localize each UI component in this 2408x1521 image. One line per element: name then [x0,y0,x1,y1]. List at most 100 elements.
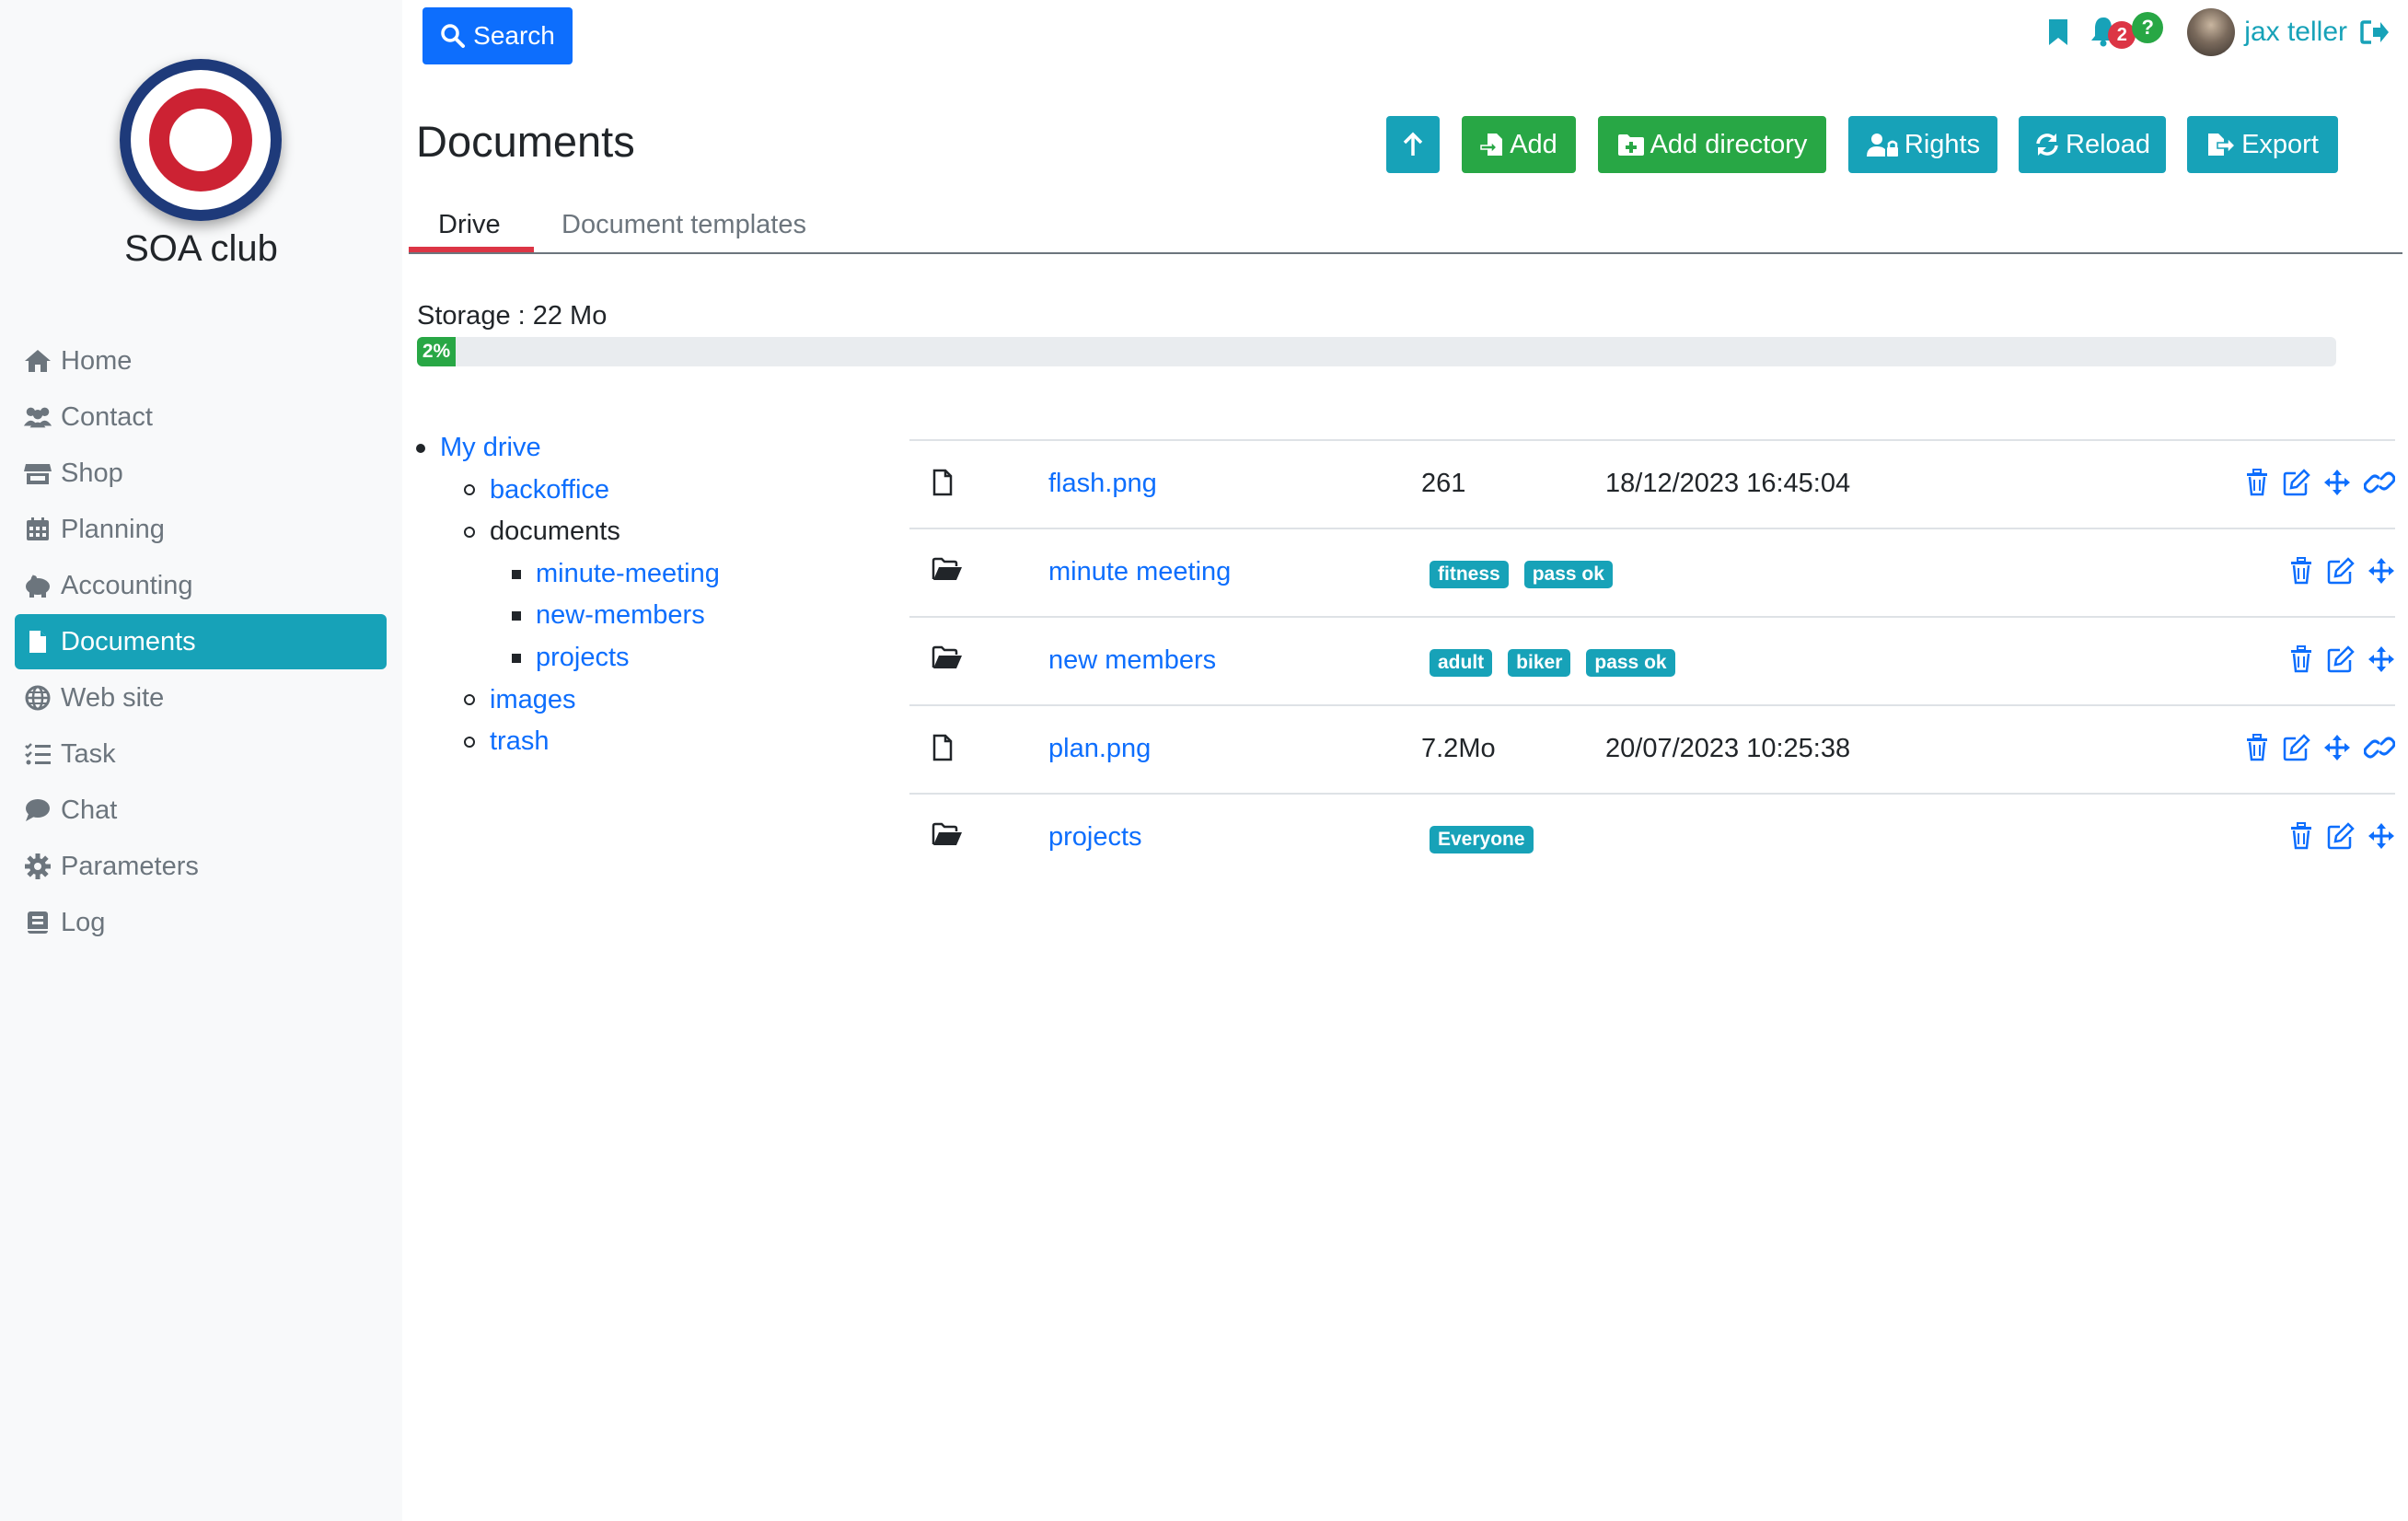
avatar[interactable] [2187,8,2236,56]
sidebar-item-contact[interactable]: Contact [15,389,387,445]
sidebar-item-parameters[interactable]: Parameters [15,839,387,894]
logo-octopus [169,109,232,171]
store-icon [22,458,53,489]
add-directory-button[interactable]: Add directory [1598,116,1826,173]
sidebar-item-accounting[interactable]: Accounting [15,558,387,613]
tabs: Drive Document templates [409,201,2402,254]
username-link[interactable]: jax teller [2244,17,2347,48]
add-button[interactable]: Add [1462,116,1576,173]
edit-icon[interactable] [2283,734,2310,761]
folder-name-link[interactable]: projects [1048,822,1142,853]
tag-list: adult biker pass ok [1430,649,1691,677]
tag-badge: biker [1508,649,1571,677]
globe-icon [22,682,53,714]
trash-icon[interactable] [2288,822,2314,850]
club-name: SOA club [124,228,278,269]
sidebar-item-chat[interactable]: Chat [15,783,387,838]
tree-bullet [464,484,475,496]
tab-drive[interactable]: Drive [438,210,501,240]
sidebar-item-documents[interactable]: Documents [15,614,387,669]
trash-icon[interactable] [2288,557,2314,585]
sidebar-item-shop[interactable]: Shop [15,446,387,501]
parent-directory-button[interactable] [1386,116,1440,173]
move-icon[interactable] [2323,734,2351,761]
tree-link-my-drive[interactable]: My drive [440,427,541,470]
tree-link-minute-meeting[interactable]: minute-meeting [536,553,720,596]
move-icon[interactable] [2367,557,2395,585]
move-icon[interactable] [2367,822,2395,850]
tag-badge: adult [1430,649,1493,677]
sidebar-item-home[interactable]: Home [15,333,387,389]
file-name-link[interactable]: plan.png [1048,734,1151,764]
tree-item: My drive [416,427,720,470]
tree-link-projects[interactable]: projects [536,637,630,679]
move-icon[interactable] [2323,469,2351,496]
row-actions [2275,822,2395,850]
sidebar-item-label: Contact [61,401,153,432]
rights-button[interactable]: Rights [1848,116,1997,173]
search-icon [440,23,466,49]
edit-icon[interactable] [2327,822,2355,850]
users-icon [22,401,53,433]
link-icon[interactable] [2364,734,2395,761]
search-button-label: Search [473,21,555,50]
add-directory-button-label: Add directory [1650,129,1808,159]
folder-tree: My drive backoffice documents minute-mee… [416,427,720,763]
notifications[interactable]: 2 ? [2090,12,2164,52]
edit-icon[interactable] [2327,645,2355,673]
tab-document-templates[interactable]: Document templates [561,210,806,240]
move-icon[interactable] [2367,645,2395,673]
sidebar-item-label: Task [61,738,116,769]
club-logo[interactable] [120,59,282,221]
sidebar-item-task[interactable]: Task [15,726,387,782]
sidebar-item-planning[interactable]: Planning [15,502,387,557]
add-button-label: Add [1510,129,1557,159]
storage-label: Storage : 22 Mo [417,301,608,331]
edit-icon[interactable] [2327,557,2355,585]
tree-link-images[interactable]: images [490,679,576,722]
file-name-link[interactable]: flash.png [1048,469,1157,499]
file-date: 18/12/2023 16:45:04 [1605,469,1851,498]
tree-item: documents [416,511,720,553]
folder-name-link[interactable]: minute meeting [1048,557,1231,587]
tree-bullet [464,694,475,706]
file-icon [22,626,53,657]
storage-progress-bar: 2% [417,337,2336,366]
trash-icon[interactable] [2244,734,2270,761]
tag-list: Everyone [1430,826,1549,853]
folder-name-link[interactable]: new members [1048,645,1216,676]
search-button[interactable]: Search [423,7,573,64]
sidebar-item-log[interactable]: Log [15,895,387,950]
tree-link-new-members[interactable]: new-members [536,595,705,637]
storage-progress-fill: 2% [417,337,456,366]
help-badge[interactable]: ? [2132,12,2164,43]
tree-item: minute-meeting [416,553,720,596]
export-button[interactable]: Export [2187,116,2338,173]
tag-list: fitness pass ok [1430,561,1628,588]
bookmark-icon[interactable] [2047,17,2069,47]
reload-button[interactable]: Reload [2019,116,2166,173]
file-size: 261 [1421,469,1466,498]
file-date: 20/07/2023 10:25:38 [1605,734,1851,763]
link-icon[interactable] [2364,469,2395,496]
tag-badge: Everyone [1430,826,1534,853]
edit-icon[interactable] [2283,469,2310,496]
table-row: minute meeting fitness pass ok [909,528,2395,616]
trash-icon[interactable] [2288,645,2314,673]
tree-bullet [464,736,475,748]
file-import-icon [1480,132,1504,157]
sidebar-item-label: Accounting [61,570,193,600]
trash-icon[interactable] [2244,469,2270,496]
tree-current-documents: documents [490,517,620,547]
tree-bullet [464,526,475,538]
sidebar-item-website[interactable]: Web site [15,670,387,726]
tree-link-trash[interactable]: trash [490,721,549,763]
tree-bullet [416,443,425,453]
tree-link-backoffice[interactable]: backoffice [490,470,609,512]
sidebar-item-label: Documents [61,626,196,656]
sidebar: SOA club Home Contact Shop Planning Acco… [0,0,402,1521]
logout-icon[interactable] [2360,19,2390,45]
tree-item: trash [416,721,720,763]
table-row: projects Everyone [909,793,2395,881]
tree-item: backoffice [416,470,720,512]
